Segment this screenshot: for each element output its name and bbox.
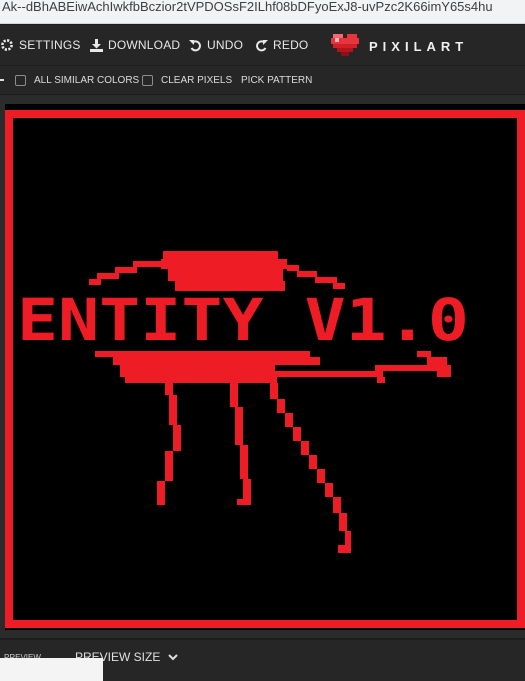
undo-icon — [189, 39, 202, 52]
settings-button[interactable]: SETTINGS — [0, 25, 81, 65]
canvas-border-bottom — [5, 620, 525, 628]
tentacle — [270, 383, 278, 399]
saucer-dome — [163, 251, 278, 259]
download-button[interactable]: DOWNLOAD — [90, 25, 180, 65]
redo-label: REDO — [273, 38, 309, 52]
all-similar-colors-label: ALL SIMILAR COLORS — [34, 74, 140, 86]
artwork: ENTITY V1.0 — [5, 110, 525, 628]
settings-label: SETTINGS — [19, 38, 81, 52]
undo-label: UNDO — [207, 38, 244, 52]
clear-pixels-label: CLEAR PIXELS — [161, 74, 233, 86]
artwork-text: ENTITY V1.0 — [17, 286, 469, 354]
tentacle — [165, 383, 173, 395]
pick-pattern-label: PICK PATTERN — [241, 74, 313, 86]
undo-button[interactable]: UNDO — [189, 25, 243, 65]
clear-pixels-checkbox[interactable] — [142, 74, 153, 86]
clear-pixels-option[interactable]: CLEAR PIXELS — [142, 66, 232, 94]
redo-button[interactable]: REDO — [255, 25, 308, 65]
logo-text: PIXILART — [369, 39, 469, 54]
canvas-border-left — [5, 110, 13, 628]
redo-icon — [255, 39, 268, 52]
pixilart-logo[interactable]: PIXILART — [331, 32, 468, 61]
pixel-heart-icon — [331, 32, 361, 61]
pixel-canvas[interactable]: ENTITY V1.0 — [5, 104, 525, 630]
canvas-border-right — [517, 110, 525, 628]
gear-icon — [0, 38, 14, 52]
url-text: Ak--dBhABEiwAchIwkfbBczior2tVPDOSsF2ILhf… — [2, 0, 493, 14]
canvas-border-top — [5, 110, 525, 118]
pick-pattern-button[interactable]: PICK PATTERN — [241, 66, 312, 94]
download-label: DOWNLOAD — [108, 38, 181, 52]
chevron-down-icon — [168, 650, 179, 664]
bottom-bar: PREVIEW PREVIEW SIZE — [0, 640, 525, 681]
address-bar[interactable]: Ak--dBhABEiwAchIwkfbBczior2tVPDOSsF2ILhf… — [0, 0, 525, 24]
top-toolbar: SETTINGS DOWNLOAD UNDO REDO PIXILART — [0, 25, 525, 65]
collapse-handle-icon[interactable] — [0, 79, 4, 81]
all-similar-colors-checkbox[interactable] — [15, 74, 26, 86]
preview-thumbnail[interactable] — [0, 658, 103, 681]
tool-options-bar: ALL SIMILAR COLORS CLEAR PIXELS PICK PAT… — [0, 66, 525, 94]
download-icon — [90, 38, 103, 52]
all-similar-colors-option[interactable]: ALL SIMILAR COLORS — [15, 66, 139, 94]
tentacle — [230, 383, 238, 407]
